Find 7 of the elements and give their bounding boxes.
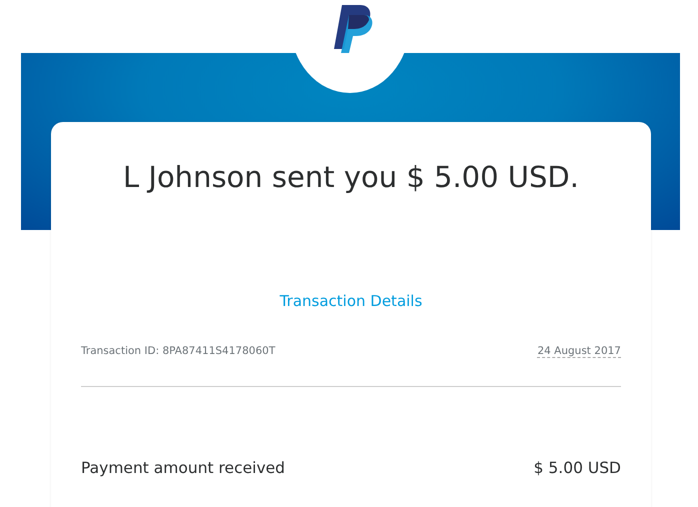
detail-value: $ 5.00 USD [534, 459, 621, 477]
logo-icon [334, 5, 374, 53]
detail-label: Payment amount received [81, 459, 285, 477]
transaction-details-link[interactable]: Transaction Details [280, 292, 422, 310]
transaction-id: Transaction ID: 8PA87411S4178060T [81, 345, 276, 358]
transaction-date: 24 August 2017 [537, 345, 621, 358]
headline: L Johnson sent you $ 5.00 USD. [122, 159, 580, 196]
